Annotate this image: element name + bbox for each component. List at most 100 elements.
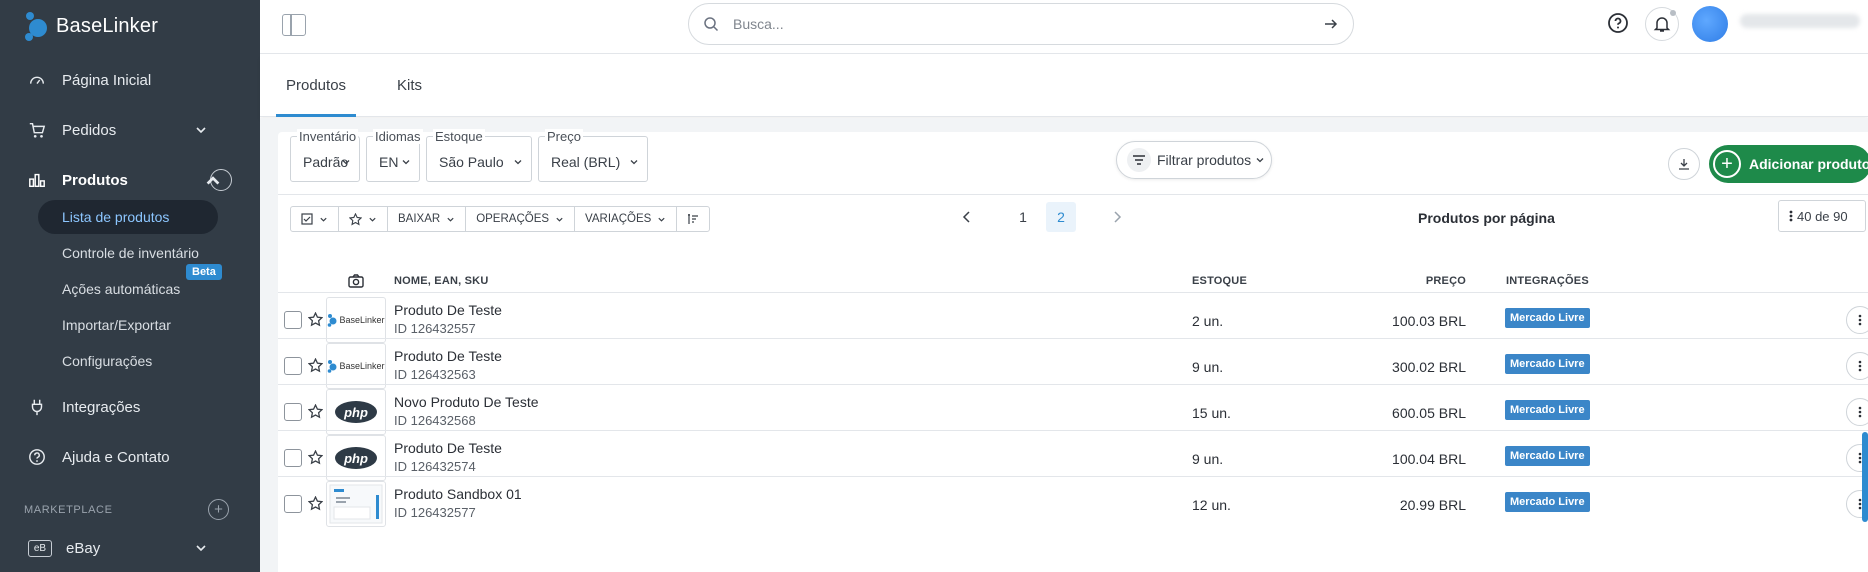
baselinker-logo-icon: BaseLinker: [327, 313, 385, 327]
table-row[interactable]: Produto Sandbox 01 ID 126432577 12 un. 20.9…: [278, 476, 1868, 531]
row-menu-button[interactable]: [1846, 352, 1868, 380]
prev-page-icon[interactable]: [952, 202, 982, 232]
plus-icon: +: [1713, 150, 1741, 178]
download-menu-button[interactable]: BAIXAR: [388, 207, 467, 231]
integration-badge[interactable]: Mercado Livre: [1505, 354, 1590, 374]
filter-products-button[interactable]: Filtrar produtos: [1116, 141, 1272, 179]
integration-badge[interactable]: Mercado Livre: [1505, 492, 1590, 512]
product-id: ID 126432557: [394, 321, 476, 336]
scrollbar[interactable]: [1862, 432, 1868, 522]
sidebar-subitem-inventory[interactable]: Controle de inventário: [62, 245, 199, 261]
sidebar-item-label: Página Inicial: [62, 71, 152, 89]
sidebar-item-orders[interactable]: Pedidos: [0, 110, 260, 150]
sidebar-subitem-automatic-actions[interactable]: Ações automáticas: [62, 281, 180, 297]
integration-badge[interactable]: Mercado Livre: [1505, 308, 1590, 328]
product-name[interactable]: Novo Produto De Teste: [394, 394, 539, 410]
sidebar-subitem-settings[interactable]: Configurações: [62, 353, 152, 369]
user-name-blurred[interactable]: [1740, 14, 1860, 28]
page-2[interactable]: 2: [1046, 202, 1076, 232]
help-icon[interactable]: [1607, 12, 1629, 34]
sidebar-toggle-icon[interactable]: [282, 14, 306, 36]
sidebar-item-home[interactable]: Página Inicial: [0, 60, 260, 100]
row-menu-button[interactable]: [1846, 306, 1868, 334]
thumbnail-brand-text: BaseLinker: [339, 361, 385, 371]
tab-kits[interactable]: Kits: [397, 77, 422, 94]
brand-logo[interactable]: BaseLinker: [24, 8, 158, 44]
chevron-down-icon: [342, 160, 350, 165]
sidebar-subitem-import-export[interactable]: Importar/Exportar: [62, 317, 171, 333]
tabs-bar: Produtos Kits: [260, 55, 1868, 117]
filter-label: Idiomas: [373, 129, 423, 144]
column-header-name[interactable]: NOME, EAN, SKU: [394, 275, 488, 287]
filter-stock[interactable]: Estoque São Paulo: [426, 129, 532, 182]
download-icon: [1679, 159, 1689, 170]
sidebar-item-help[interactable]: Ajuda e Contato: [0, 437, 260, 477]
product-name[interactable]: Produto De Teste: [394, 302, 502, 318]
product-stock: 12 un.: [1192, 497, 1231, 513]
star-icon[interactable]: [308, 496, 323, 511]
sidebar-item-integrations[interactable]: Integrações: [0, 387, 260, 427]
star-icon[interactable]: [308, 358, 323, 373]
filter-label: Estoque: [433, 129, 485, 144]
product-thumbnail[interactable]: php: [326, 389, 386, 435]
product-thumbnail[interactable]: php: [326, 435, 386, 481]
star-icon[interactable]: [308, 312, 323, 327]
filter-languages[interactable]: Idiomas EN: [366, 129, 423, 182]
row-checkbox[interactable]: [284, 495, 302, 513]
add-product-button[interactable]: + Adicionar produto: [1709, 145, 1868, 183]
collapse-icon[interactable]: [206, 169, 232, 191]
sidebar-item-products[interactable]: Produtos: [0, 160, 260, 200]
row-checkbox[interactable]: [284, 403, 302, 421]
chevron-down-icon: [447, 217, 454, 222]
arrow-right-icon[interactable]: [1323, 16, 1339, 32]
integration-badge[interactable]: Mercado Livre: [1505, 446, 1590, 466]
sidebar-item-label: Produtos: [62, 171, 128, 189]
thumbnail-brand-text: BaseLinker: [339, 315, 385, 325]
star-icon[interactable]: [308, 404, 323, 419]
baselinker-logo-icon: BaseLinker: [327, 359, 385, 373]
active-tab-indicator: [276, 114, 356, 117]
kebab-icon: [1858, 360, 1862, 372]
gauge-icon: [29, 76, 45, 85]
variations-button[interactable]: VARIAÇÕES: [575, 207, 678, 231]
tab-products[interactable]: Produtos: [286, 77, 346, 94]
sort-button[interactable]: [677, 207, 709, 231]
search-input[interactable]: [733, 16, 1323, 32]
filter-price[interactable]: Preço Real (BRL): [538, 129, 648, 182]
star-icon[interactable]: [308, 450, 323, 465]
row-checkbox[interactable]: [284, 449, 302, 467]
product-name[interactable]: Produto De Teste: [394, 348, 502, 364]
product-stock: 15 un.: [1192, 405, 1231, 421]
filter-inventory[interactable]: Inventário Padrão: [290, 129, 360, 182]
filter-icon: [1127, 148, 1151, 172]
product-name[interactable]: Produto Sandbox 01: [394, 486, 522, 502]
row-menu-button[interactable]: [1846, 398, 1868, 426]
product-price: 20.99 BRL: [1399, 497, 1466, 513]
download-button[interactable]: [1668, 148, 1700, 180]
chevron-down-icon: [196, 545, 206, 552]
next-page-icon[interactable]: [1102, 202, 1132, 232]
row-checkbox[interactable]: [284, 357, 302, 375]
row-checkbox[interactable]: [284, 311, 302, 329]
product-price: 600.05 BRL: [1392, 405, 1466, 421]
column-header-stock[interactable]: ESTOQUE: [1192, 275, 1247, 287]
notifications-button[interactable]: [1645, 7, 1679, 41]
operations-button[interactable]: OPERAÇÕES: [466, 207, 576, 231]
sidebar-subitem-product-list[interactable]: Lista de produtos: [38, 200, 218, 234]
sidebar-item-label: Pedidos: [62, 121, 117, 139]
per-page-select[interactable]: 40 de 90: [1778, 200, 1866, 232]
product-thumbnail[interactable]: BaseLinker: [326, 343, 386, 389]
php-logo-icon: php: [335, 447, 377, 469]
integration-badge[interactable]: Mercado Livre: [1505, 400, 1590, 420]
column-header-price[interactable]: PREÇO: [1408, 275, 1466, 287]
select-all-button[interactable]: [291, 207, 339, 231]
chevron-down-icon: [514, 160, 522, 165]
sidebar-item-ebay[interactable]: eB eBay: [0, 528, 260, 568]
page-1[interactable]: 1: [1008, 202, 1038, 232]
product-thumbnail[interactable]: [326, 481, 386, 527]
add-marketplace-icon[interactable]: +: [208, 499, 229, 520]
favorites-button[interactable]: [339, 207, 388, 231]
product-thumbnail[interactable]: BaseLinker: [326, 297, 386, 343]
product-name[interactable]: Produto De Teste: [394, 440, 502, 456]
avatar[interactable]: [1692, 6, 1728, 42]
